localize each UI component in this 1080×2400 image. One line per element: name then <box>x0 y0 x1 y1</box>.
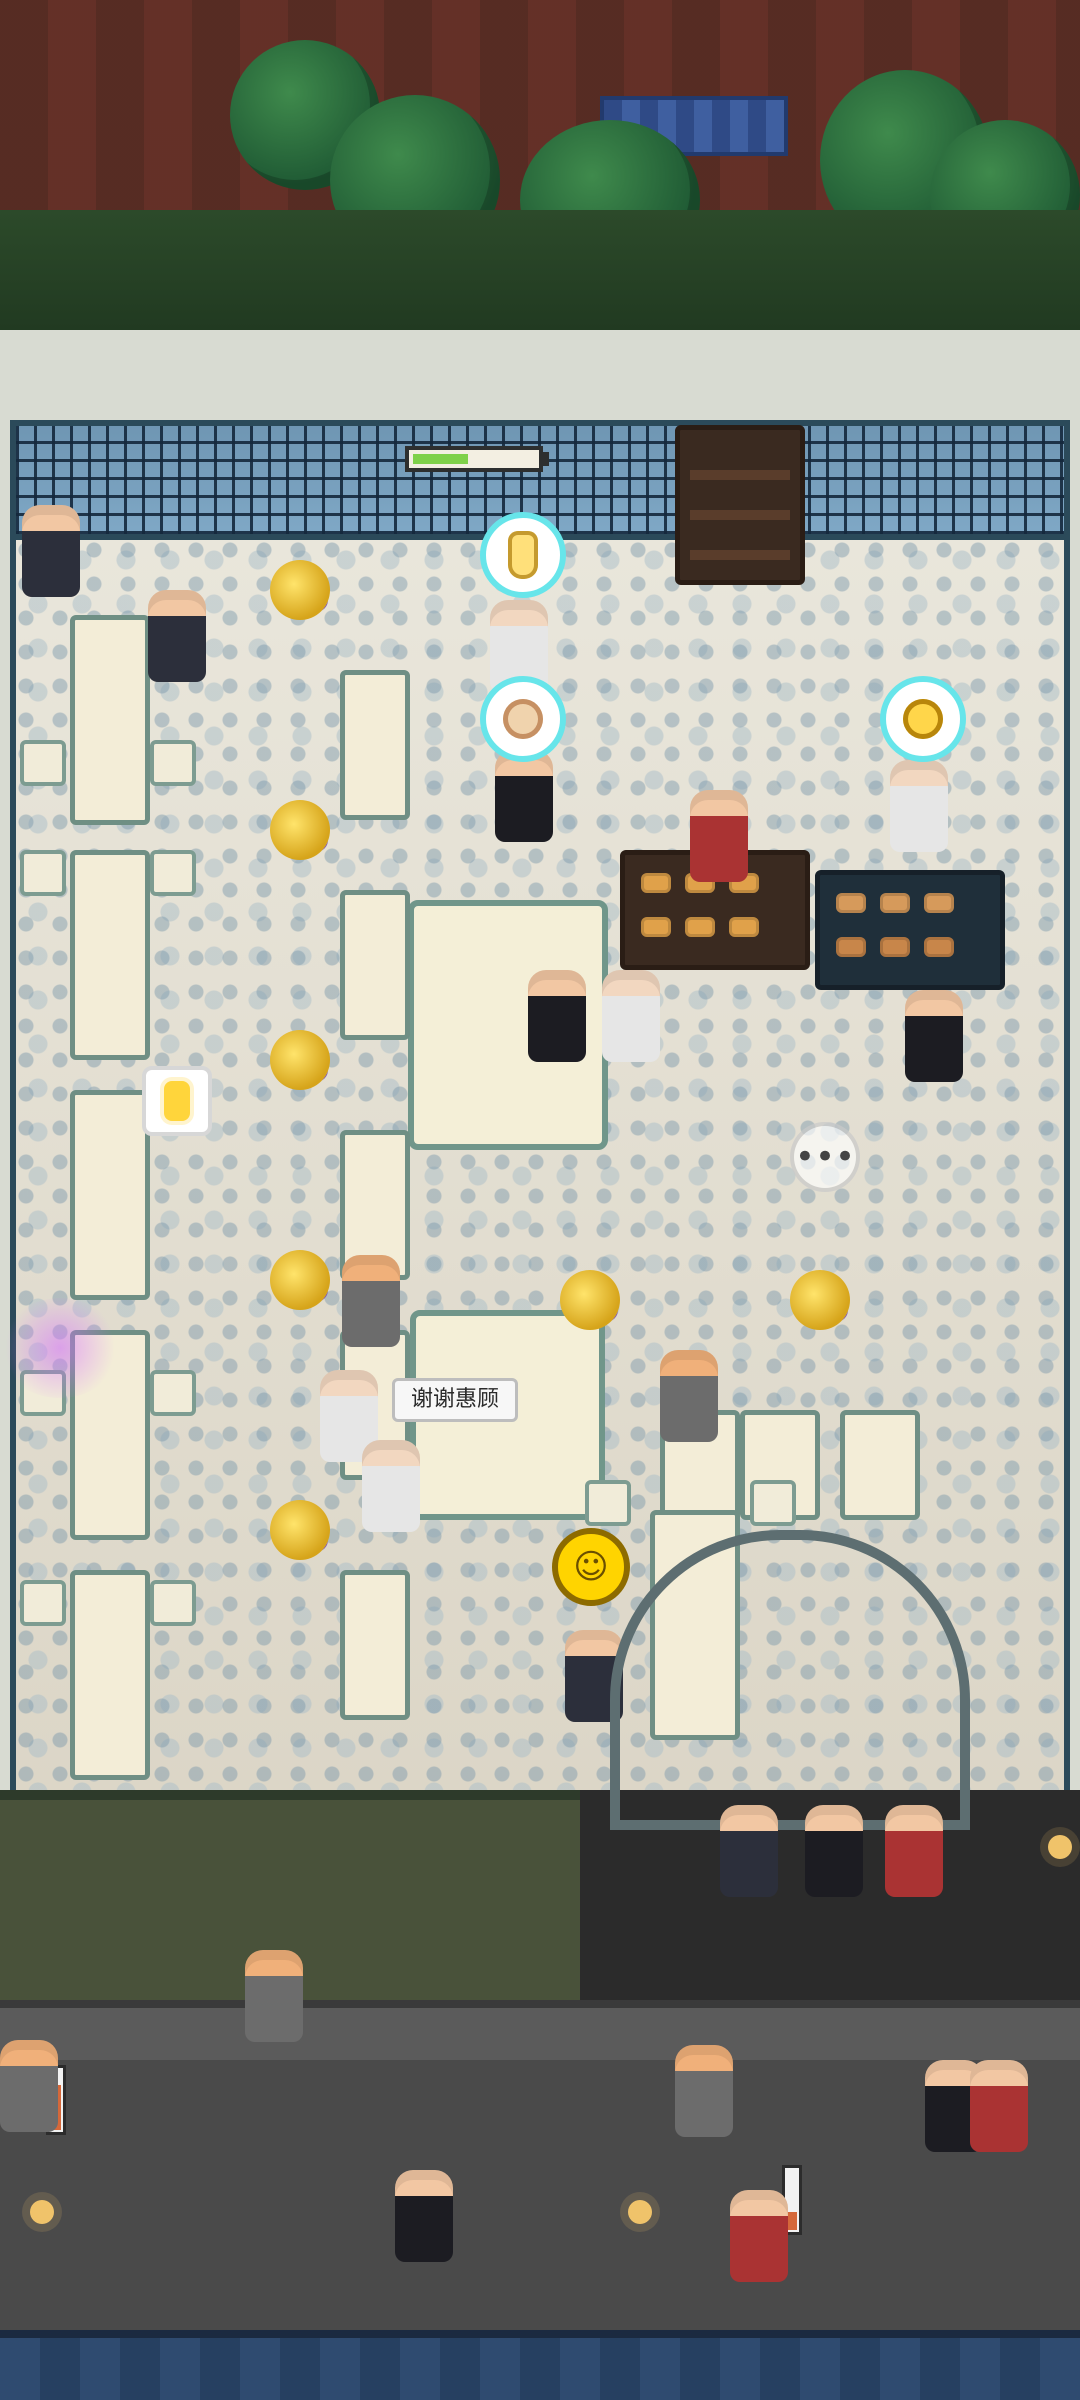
street-character[interactable] <box>245 1950 303 2042</box>
street-character[interactable] <box>805 1805 863 1897</box>
customer-character[interactable] <box>22 505 80 597</box>
outdoor-garden <box>0 0 1080 330</box>
chair <box>150 1370 196 1416</box>
cafe-table <box>340 670 410 820</box>
cafe-table <box>840 1410 920 1520</box>
customer-character[interactable] <box>660 1350 718 1442</box>
drink-icon <box>508 531 538 579</box>
flower-pot <box>560 1270 620 1330</box>
flower-pot <box>270 560 330 620</box>
chair <box>150 850 196 896</box>
cafe-table <box>70 1570 150 1780</box>
cooking-progress-bar <box>405 446 549 472</box>
chair <box>20 1580 66 1626</box>
street-character[interactable] <box>395 2170 453 2262</box>
cafe-table <box>70 850 150 1060</box>
blue-railing <box>0 2330 1080 2400</box>
lantern-glow <box>164 1081 190 1121</box>
chair <box>750 1480 796 1526</box>
lamp-icon <box>1048 1835 1072 1859</box>
bread-icon <box>503 699 543 739</box>
flower-pot <box>790 1270 850 1330</box>
street-character[interactable] <box>720 1805 778 1897</box>
game-screen: { "ui": { "chat_bubble_text": "谢谢惠顾", "m… <box>0 0 1080 2400</box>
progress-fill <box>413 454 468 464</box>
flower-pot <box>270 1030 330 1090</box>
cafe-table <box>70 615 150 825</box>
happy-emote-glyph: ☺ <box>573 1547 609 1587</box>
staff-character[interactable] <box>890 760 948 852</box>
customer-character[interactable] <box>342 1255 400 1347</box>
hedge <box>0 210 1080 330</box>
chair <box>585 1480 631 1526</box>
lamp-icon <box>30 2200 54 2224</box>
cafe-table <box>340 1570 410 1720</box>
street-area <box>0 1530 1080 2400</box>
chat-bubble: 谢谢惠顾 <box>392 1378 519 1422</box>
lantern-icon[interactable] <box>142 1066 212 1136</box>
order-bubble[interactable] <box>880 676 966 762</box>
chair <box>20 740 66 786</box>
road <box>0 2060 1080 2340</box>
chair <box>150 740 196 786</box>
flower-pot <box>270 1500 330 1560</box>
street-character[interactable] <box>0 2040 58 2132</box>
bakery-shelf <box>815 870 1005 990</box>
street-character[interactable] <box>730 2190 788 2282</box>
street-character[interactable] <box>885 1805 943 1897</box>
chair <box>20 850 66 896</box>
flower-pot <box>270 800 330 860</box>
wisteria-gate <box>610 1530 970 1830</box>
happy-emote-icon[interactable]: ☺ <box>552 1528 630 1606</box>
bread-icon <box>903 699 943 739</box>
order-bubble[interactable] <box>480 512 566 598</box>
lamp-icon <box>628 2200 652 2224</box>
street-character[interactable] <box>675 2045 733 2137</box>
chat-bubble-text: 谢谢惠顾 <box>411 1387 500 1412</box>
cafe-table <box>70 1090 150 1300</box>
flower-pot <box>270 1250 330 1310</box>
chair <box>150 1580 196 1626</box>
more-options-button[interactable]: ••• <box>790 1122 860 1192</box>
customer-character[interactable] <box>905 990 963 1082</box>
order-bubble[interactable] <box>480 676 566 762</box>
customer-character[interactable] <box>362 1440 420 1532</box>
progress-cap <box>539 452 549 466</box>
kitchen-shelf <box>675 425 805 585</box>
customer-character[interactable] <box>148 590 206 682</box>
staff-character[interactable] <box>690 790 748 882</box>
more-options-label: ••• <box>794 1137 856 1177</box>
purple-aura <box>0 1298 120 1398</box>
cafe-table <box>340 890 410 1040</box>
staff-character[interactable] <box>528 970 586 1062</box>
staff-character[interactable] <box>495 750 553 842</box>
street-character[interactable] <box>970 2060 1028 2152</box>
staff-character[interactable] <box>602 970 660 1062</box>
status-bar-fill <box>787 2212 797 2230</box>
